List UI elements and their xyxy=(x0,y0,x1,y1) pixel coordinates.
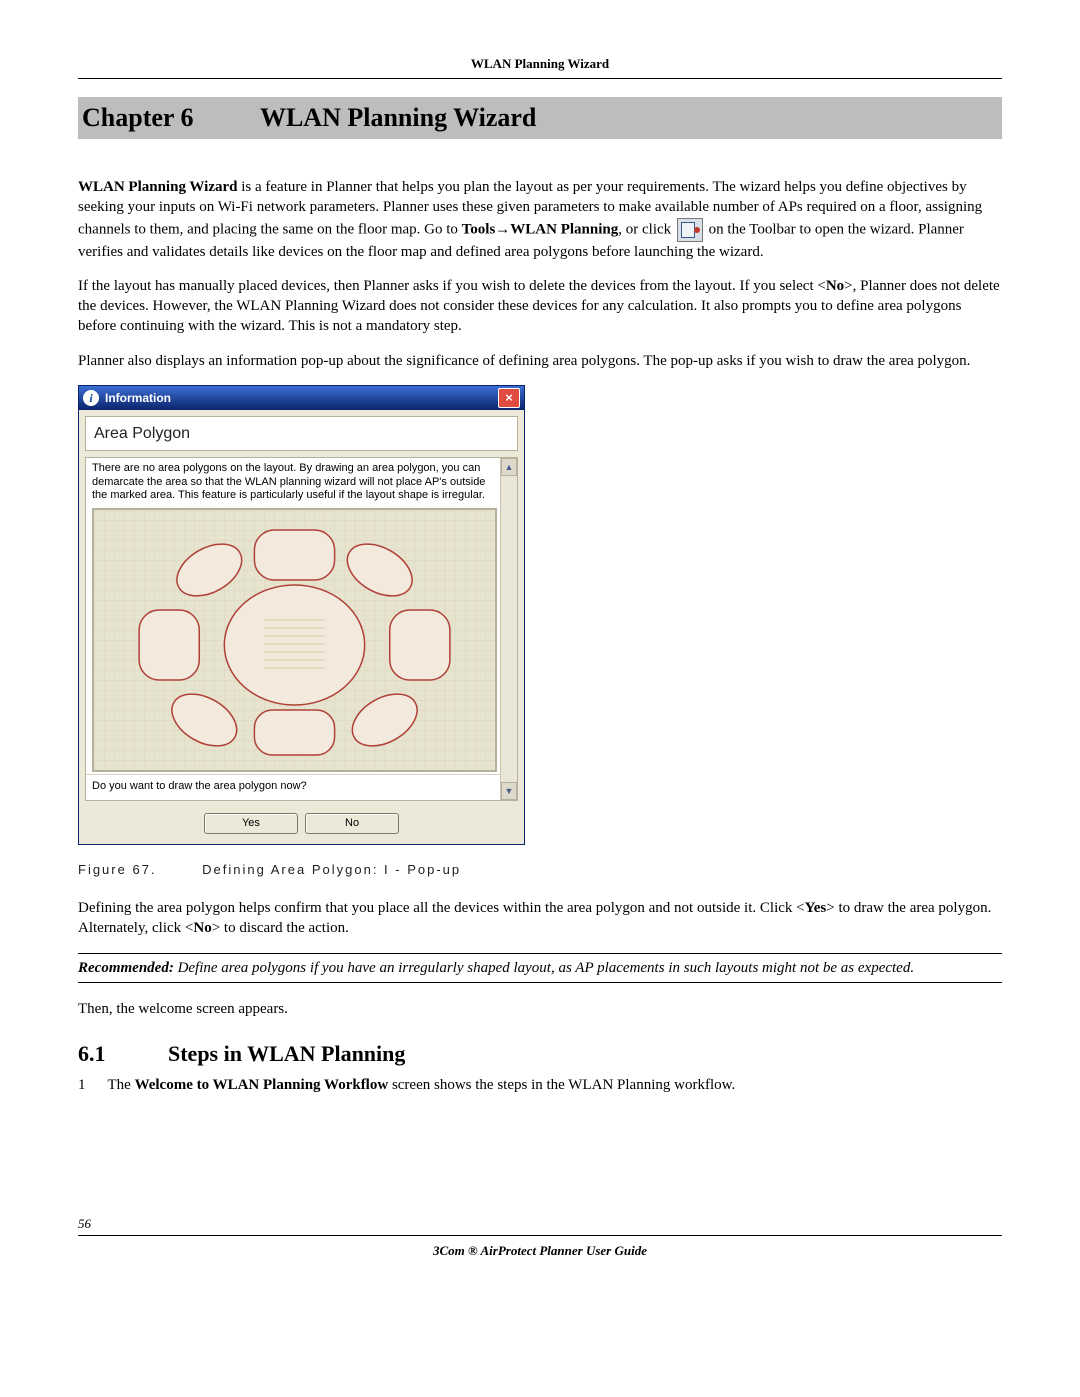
chapter-heading: Chapter 6 WLAN Planning Wizard xyxy=(78,97,1002,139)
scroll-down-icon[interactable]: ▼ xyxy=(501,782,517,800)
paragraph-popup-intro: Planner also displays an information pop… xyxy=(78,351,1002,371)
dialog-body: ▲ ▼ There are no area polygons on the la… xyxy=(85,457,518,800)
close-icon[interactable]: × xyxy=(498,388,520,408)
scroll-up-icon[interactable]: ▲ xyxy=(501,458,517,476)
paragraph-delete-note: If the layout has manually placed device… xyxy=(78,276,1002,337)
paragraph-after-figure: Defining the area polygon helps confirm … xyxy=(78,898,1002,939)
dialog-body-text: There are no area polygons on the layout… xyxy=(86,458,517,506)
dialog-subtitle: Area Polygon xyxy=(85,416,518,452)
figure-caption-text: Defining Area Polygon: I - Pop-up xyxy=(202,862,461,877)
dialog-titlebar: i Information × xyxy=(79,386,524,410)
dialog-question: Do you want to draw the area polygon now… xyxy=(86,774,517,800)
chapter-title: WLAN Planning Wizard xyxy=(260,103,536,132)
running-head: WLAN Planning Wizard xyxy=(78,56,1002,79)
chapter-number: Chapter 6 xyxy=(82,103,193,132)
page-number: 56 xyxy=(78,1215,1002,1236)
menu-tools: Tools xyxy=(462,221,496,237)
dialog-button-row: Yes No xyxy=(79,807,524,844)
paragraph-welcome: Then, the welcome screen appears. xyxy=(78,999,1002,1019)
menu-wlan-planning: WLAN Planning xyxy=(510,221,618,237)
section-heading: 6.1Steps in WLAN Planning xyxy=(78,1039,1002,1069)
paragraph-intro: WLAN Planning Wizard is a feature in Pla… xyxy=(78,177,1002,262)
list-item: 1 The Welcome to WLAN Planning Workflow … xyxy=(78,1075,1002,1095)
yes-button[interactable]: Yes xyxy=(204,813,298,834)
information-dialog: i Information × Area Polygon ▲ ▼ There a… xyxy=(78,385,525,845)
info-icon: i xyxy=(83,390,99,406)
scrollbar[interactable]: ▲ ▼ xyxy=(500,458,517,799)
wlan-planning-toolbar-icon[interactable] xyxy=(677,218,703,242)
figure-caption: Figure 67. Defining Area Polygon: I - Po… xyxy=(78,861,1002,879)
section-title: Steps in WLAN Planning xyxy=(168,1041,405,1066)
figure-label: Figure 67. xyxy=(78,862,157,877)
arrow-icon: → xyxy=(495,221,510,237)
section-number: 6.1 xyxy=(78,1039,168,1069)
no-button[interactable]: No xyxy=(305,813,399,834)
floorplan-image xyxy=(92,508,497,772)
dialog-title: Information xyxy=(105,390,171,406)
footer-title: 3Com ® AirProtect Planner User Guide xyxy=(78,1242,1002,1260)
scroll-track[interactable] xyxy=(501,476,517,781)
recommended-note: Recommended: Define area polygons if you… xyxy=(78,953,1002,983)
step-number: 1 xyxy=(78,1075,104,1095)
page-footer: 56 3Com ® AirProtect Planner User Guide xyxy=(78,1215,1002,1259)
term-wlan-planning-wizard: WLAN Planning Wizard xyxy=(78,179,237,195)
